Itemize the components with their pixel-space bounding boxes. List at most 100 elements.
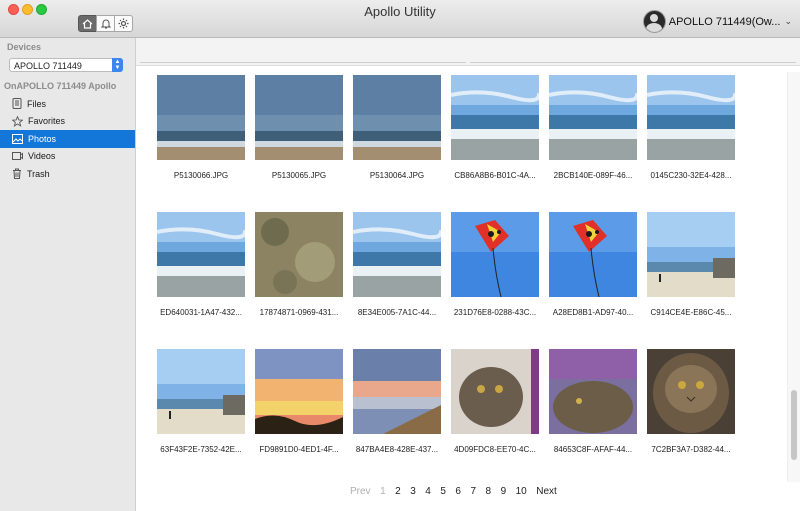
gear-icon [118,18,129,29]
account-name: APOLLO 711449(Ow... [668,15,781,28]
photo-thumbnail[interactable] [647,349,735,434]
star-icon [12,115,23,127]
photo-filename: 8E34E005-7A1C-44... [357,308,437,317]
select-stepper-icon: ▲ ▼ [112,58,123,72]
device-section-header: OnAPOLLO 711449 Apollo [4,81,117,91]
photo-thumbnail[interactable] [157,212,245,297]
sidebar-nav: Files Favorites Photos Videos Trash [0,95,135,183]
next-page-button[interactable]: Next [536,486,557,497]
photo-filename: P5130064.JPG [369,171,425,180]
toolbar-segmented-control [78,15,133,33]
device-select[interactable]: APOLLO 711449 ▲ ▼ [9,58,123,72]
photo-filename: 0145C230-32E4-428... [650,171,732,180]
photo-browser: P5130066.JPG P5130065.JPG P5130064.JPG CB86… [136,38,800,511]
photo-image [549,212,637,297]
page-8-button[interactable]: 8 [486,486,492,497]
photo-filename: 84653C8F-AFAF-44... [553,445,633,454]
page-3-button[interactable]: 3 [410,486,416,497]
photo-filename: 2BCB140E-089F-46... [553,171,633,180]
sidebar-item-videos[interactable]: Videos [0,148,135,166]
photo-thumbnail[interactable] [255,75,343,160]
photo-filename: P5130065.JPG [271,171,327,180]
sidebar-item-label: Videos [28,151,56,162]
photo-image [549,349,637,434]
page-10-button[interactable]: 10 [516,486,527,497]
photo-image [451,75,539,160]
photo-filename: C914CE4E-E86C-45... [650,308,732,317]
sidebar-item-files[interactable]: Files [0,95,135,113]
content-header-bar [136,38,800,66]
pagination: Prev 1 2 3 4 5 6 7 8 9 10 Next [350,486,566,497]
home-button[interactable] [78,15,97,32]
photo-image [647,212,735,297]
photos-icon [12,133,23,144]
photo-image [647,349,735,434]
page-7-button[interactable]: 7 [470,486,476,497]
photo-image [353,75,441,160]
photo-thumbnail[interactable] [451,349,539,434]
photo-filename: 63F43F2E-7352-42E... [160,445,242,454]
sidebar-item-label: Trash [27,168,50,179]
photo-image [451,349,539,434]
photo-image [255,349,343,434]
sidebar-item-photos[interactable]: Photos [0,130,135,148]
files-icon [12,98,22,110]
photo-filename: 847BA4E8-428E-437... [355,445,439,454]
photo-thumbnail[interactable] [353,75,441,160]
devices-header: Devices [7,42,42,52]
device-select-value: APOLLO 711449 [14,61,82,71]
page-6-button[interactable]: 6 [455,486,461,497]
photo-thumbnail[interactable] [255,349,343,434]
sidebar-item-label: Files [27,98,47,109]
photo-filename: ED640031-1A47-432... [160,308,242,317]
photo-image [353,212,441,297]
photo-thumbnail[interactable] [549,212,637,297]
scrollbar-thumb[interactable] [791,390,797,460]
page-5-button[interactable]: 5 [440,486,446,497]
page-1-button[interactable]: 1 [380,486,386,497]
photo-thumbnail[interactable] [157,349,245,434]
notifications-button[interactable] [96,15,115,32]
account-menu[interactable]: APOLLO 711449(Ow... ⌄ [642,10,792,33]
photo-thumbnail[interactable] [647,75,735,160]
photo-thumbnail[interactable] [451,75,539,160]
photo-image [157,212,245,297]
photo-thumbnail[interactable] [647,212,735,297]
settings-button[interactable] [114,15,133,32]
avatar [642,10,666,33]
divider [140,62,466,63]
home-icon [82,18,93,29]
photo-thumbnail[interactable] [157,75,245,160]
vertical-scrollbar[interactable] [787,72,800,482]
photo-image [353,349,441,434]
photo-image [451,212,539,297]
sidebar-item-favorites[interactable]: Favorites [0,113,135,131]
photo-filename: 7C2BF3A7-D382-44... [651,445,731,454]
photo-grid: P5130066.JPG P5130065.JPG P5130064.JPG CB86… [136,66,786,511]
photo-thumbnail[interactable] [353,212,441,297]
photo-image [549,75,637,160]
photo-thumbnail[interactable] [353,349,441,434]
sidebar: Devices APOLLO 711449 ▲ ▼ OnAPOLLO 711449… [0,38,136,511]
page-9-button[interactable]: 9 [501,486,507,497]
photo-thumbnail[interactable] [549,349,637,434]
divider [470,62,796,63]
photo-image [647,75,735,160]
sidebar-item-label: Photos [28,133,57,144]
photo-thumbnail[interactable] [549,75,637,160]
photo-image [157,349,245,434]
title-bar: Apollo Utility APOLLO 711449(Ow... ⌄ [0,0,800,38]
sidebar-item-label: Favorites [28,116,66,127]
videos-icon [12,152,23,161]
photo-thumbnail[interactable] [451,212,539,297]
photo-image [255,75,343,160]
sidebar-item-trash[interactable]: Trash [0,165,135,183]
photo-filename: 4D09FDC8-EE70-4C... [454,445,536,454]
photo-filename: CB86A8B6-B01C-4A... [454,171,536,180]
photo-filename: 17874871-0969-431... [259,308,339,317]
page-2-button[interactable]: 2 [395,486,401,497]
prev-page-button[interactable]: Prev [350,486,371,497]
trash-icon [13,168,21,180]
photo-thumbnail[interactable] [255,212,343,297]
page-4-button[interactable]: 4 [425,486,431,497]
